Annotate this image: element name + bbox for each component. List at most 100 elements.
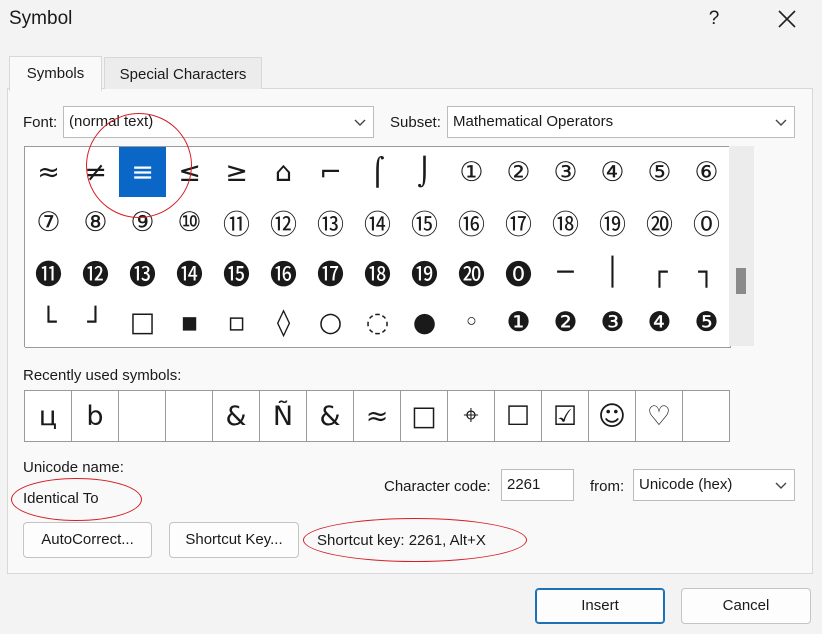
symbol-cell[interactable]: ⓪ xyxy=(683,197,731,248)
dialog-title: Symbol xyxy=(9,8,73,29)
symbol-cell[interactable]: ❷ xyxy=(542,297,590,348)
symbol-cell[interactable]: ① xyxy=(448,147,496,198)
symbol-cell[interactable]: ⓳ xyxy=(401,247,449,298)
symbol-cell[interactable]: ⓭ xyxy=(119,247,167,298)
symbol-cell[interactable]: ⑰ xyxy=(495,197,543,248)
chevron-down-icon xyxy=(354,119,366,126)
symbol-cell[interactable]: ⓴ xyxy=(448,247,496,298)
close-icon xyxy=(778,10,796,28)
recent-symbols: ц b & Ñ & ≈ □ ⌖ ☐ ☑ ☺ ♡ xyxy=(24,390,730,442)
chevron-down-icon xyxy=(775,482,787,489)
recent-label: Recently used symbols: xyxy=(23,367,182,384)
symbol-cell[interactable]: ┘ xyxy=(72,297,120,348)
close-button[interactable] xyxy=(772,4,802,34)
tab-symbols-label: Symbols xyxy=(26,65,85,82)
title-bar xyxy=(0,0,822,40)
symbol-cell[interactable]: ④ xyxy=(589,147,637,198)
help-button[interactable]: ? xyxy=(700,4,728,34)
character-code-label: Character code: xyxy=(384,478,491,495)
recent-symbol-cell[interactable]: & xyxy=(213,391,260,442)
tab-special-characters-label: Special Characters xyxy=(119,66,247,83)
symbol-cell[interactable]: ⌡ xyxy=(401,147,449,198)
recent-symbol-cell[interactable]: □ xyxy=(401,391,448,442)
symbol-cell[interactable]: ⑤ xyxy=(636,147,684,198)
symbol-cell[interactable]: ⑯ xyxy=(448,197,496,248)
recent-symbol-cell[interactable]: b xyxy=(72,391,119,442)
subset-select[interactable]: Mathematical Operators xyxy=(447,106,795,138)
symbol-cell[interactable]: ⑱ xyxy=(542,197,590,248)
recent-symbol-cell[interactable] xyxy=(166,391,213,442)
from-value: Unicode (hex) xyxy=(639,476,733,493)
recent-symbol-cell[interactable]: ☐ xyxy=(495,391,542,442)
chevron-down-icon xyxy=(775,119,787,126)
symbol-cell[interactable]: ② xyxy=(495,147,543,198)
symbol-cell[interactable]: ┐ xyxy=(683,247,731,298)
symbol-cell[interactable]: ⓰ xyxy=(260,247,308,298)
tab-special-characters[interactable]: Special Characters xyxy=(104,57,262,89)
symbol-cell[interactable]: ▫ xyxy=(213,297,261,348)
character-code-input[interactable]: 2261 xyxy=(501,469,574,501)
symbol-cell[interactable]: ⑪ xyxy=(213,197,261,248)
symbol-cell[interactable]: ⓮ xyxy=(166,247,214,298)
symbol-cell[interactable]: ③ xyxy=(542,147,590,198)
insert-button[interactable]: Insert xyxy=(535,588,665,624)
symbol-cell[interactable]: ❶ xyxy=(495,297,543,348)
recent-symbol-cell[interactable]: ☺ xyxy=(589,391,636,442)
autocorrect-button[interactable]: AutoCorrect... xyxy=(23,522,152,558)
annotation-circle-shortcut xyxy=(303,518,527,562)
recent-symbol-cell[interactable]: ≈ xyxy=(354,391,401,442)
recent-symbol-cell[interactable]: Ñ xyxy=(260,391,307,442)
symbol-cell[interactable]: ⑲ xyxy=(589,197,637,248)
recent-symbol-cell[interactable]: ⌖ xyxy=(448,391,495,442)
recent-symbol-cell[interactable]: & xyxy=(307,391,354,442)
symbol-cell[interactable]: └ xyxy=(25,297,73,348)
symbol-cell[interactable]: ⑭ xyxy=(354,197,402,248)
symbol-cell[interactable]: ❹ xyxy=(636,297,684,348)
shortcut-key-button[interactable]: Shortcut Key... xyxy=(169,522,299,558)
cancel-button[interactable]: Cancel xyxy=(681,588,811,624)
annotation-circle-unicode-name xyxy=(11,478,142,521)
symbol-cell[interactable]: ≥ xyxy=(213,147,261,198)
subset-value: Mathematical Operators xyxy=(453,113,614,130)
symbol-cell[interactable]: ○ xyxy=(307,297,355,348)
subset-label: Subset: xyxy=(390,114,441,131)
recent-symbol-cell[interactable] xyxy=(119,391,166,442)
symbol-cell[interactable]: ● xyxy=(401,297,449,348)
symbol-cell[interactable]: ❺ xyxy=(683,297,731,348)
symbol-cell[interactable]: ◊ xyxy=(260,297,308,348)
symbol-cell[interactable]: ≈ xyxy=(25,147,73,198)
tab-symbols[interactable]: Symbols xyxy=(9,56,102,91)
symbol-cell[interactable]: ⓬ xyxy=(72,247,120,298)
from-label: from: xyxy=(590,478,625,495)
symbol-cell[interactable]: ⑥ xyxy=(683,147,731,198)
from-select[interactable]: Unicode (hex) xyxy=(633,469,795,501)
symbol-cell[interactable]: ⑳ xyxy=(636,197,684,248)
recent-symbol-cell[interactable] xyxy=(683,391,730,442)
symbol-cell[interactable]: ⓿ xyxy=(495,247,543,298)
symbol-cell[interactable]: ⌠ xyxy=(354,147,402,198)
recent-symbol-cell[interactable]: ц xyxy=(25,391,72,442)
symbol-cell[interactable]: ⓱ xyxy=(307,247,355,298)
symbol-cell[interactable]: ⓲ xyxy=(354,247,402,298)
symbol-cell[interactable]: ⌂ xyxy=(260,147,308,198)
symbol-cell[interactable]: │ xyxy=(589,247,637,298)
symbol-cell[interactable]: ◌ xyxy=(354,297,402,348)
symbol-cell[interactable]: ⓯ xyxy=(213,247,261,298)
symbol-cell[interactable]: □ xyxy=(119,297,167,348)
symbol-cell[interactable]: ┌ xyxy=(636,247,684,298)
symbol-cell[interactable]: ─ xyxy=(542,247,590,298)
symbol-cell[interactable]: ❸ xyxy=(589,297,637,348)
symbol-cell[interactable]: ⑬ xyxy=(307,197,355,248)
symbol-grid-scrollbar[interactable] xyxy=(729,146,754,346)
symbol-cell[interactable]: ▪ xyxy=(166,297,214,348)
unicode-name-label: Unicode name: xyxy=(23,459,124,476)
symbol-cell[interactable]: ⑫ xyxy=(260,197,308,248)
symbol-cell[interactable]: ⑦ xyxy=(25,197,73,248)
symbol-cell[interactable]: ◦ xyxy=(448,297,496,348)
symbol-cell[interactable]: ⌐ xyxy=(307,147,355,198)
symbol-cell[interactable]: ⓫ xyxy=(25,247,73,298)
recent-symbol-cell[interactable]: ♡ xyxy=(636,391,683,442)
recent-symbol-cell[interactable]: ☑ xyxy=(542,391,589,442)
symbol-cell[interactable]: ⑮ xyxy=(401,197,449,248)
scrollbar-thumb[interactable] xyxy=(736,268,746,294)
